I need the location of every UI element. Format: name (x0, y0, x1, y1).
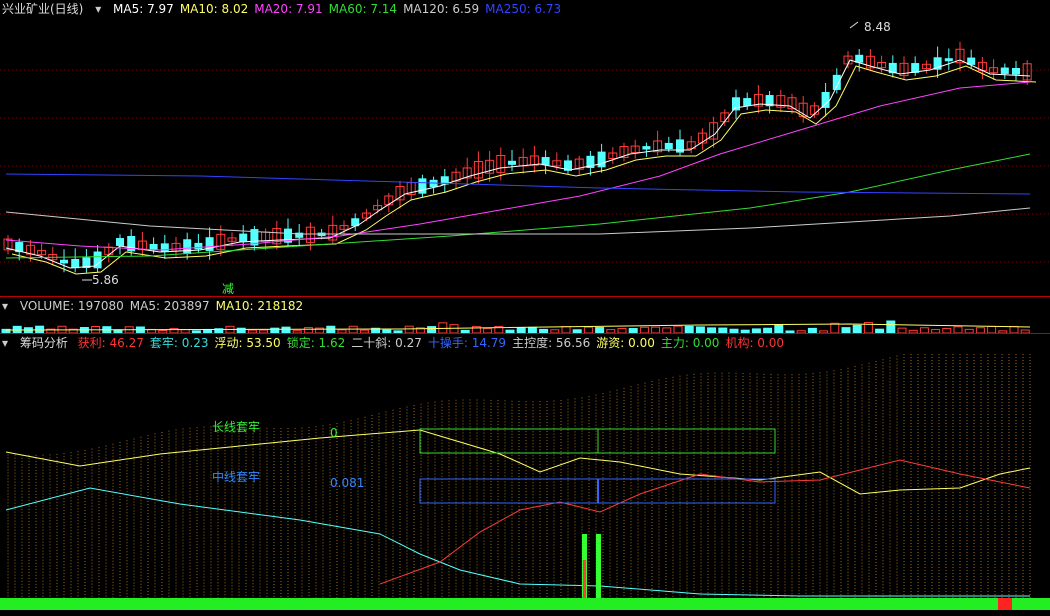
signal-label: 减 (222, 282, 235, 296)
chip-legend: ▾ 筹码分析 获利: 46.27 套牢: 0.23 浮动: 53.50 锁定: 1.6… (0, 334, 796, 352)
volume-indicator-2: MA10: 218182 (215, 299, 304, 313)
candle-down (71, 258, 80, 269)
ma-indicator-2: MA20: 7.91 (254, 2, 323, 16)
chip-indicator-0: 获利: 46.27 (77, 336, 144, 350)
volume-legend: ▾ VOLUME: 197080 MA5: 203897 MA10: 218182 (0, 297, 315, 315)
chip-title: 筹码分析 (19, 336, 68, 350)
chip-indicator-5: 十操手: 14.79 (427, 336, 507, 350)
chip-pane[interactable]: ▾ 筹码分析 获利: 46.27 套牢: 0.23 浮动: 53.50 锁定: 1.6… (0, 334, 1050, 616)
long-trap-value: 0 (330, 426, 338, 440)
candlestick-chart[interactable] (0, 0, 1050, 296)
price-legend: 兴业矿业(日线) ▾ MA5: 7.97 MA10: 8.02 MA20: 7.91… (0, 0, 573, 18)
ma250-line (5, 173, 1031, 195)
main-control-bar (0, 598, 1050, 610)
chip-indicators: 获利: 46.27 套牢: 0.23 浮动: 53.50 锁定: 1.62 二十斜: 0… (78, 336, 790, 350)
candle-down (597, 151, 606, 168)
long-trap-label: 长线套牢 (212, 420, 261, 434)
volume-indicator-0: VOLUME: 197080 (19, 299, 124, 313)
collapse-icon[interactable]: ▾ (93, 0, 103, 18)
candle-down (664, 142, 673, 150)
candle-down (743, 98, 752, 107)
ma-indicator-1: MA10: 8.02 (179, 2, 249, 16)
candle-down (944, 58, 953, 62)
volume-bar (852, 324, 862, 333)
mid-trap-label: 中线套牢 (212, 470, 261, 484)
volume-pane[interactable]: ▾ VOLUME: 197080 MA5: 203897 MA10: 218182 (0, 297, 1050, 333)
candle-down (116, 238, 124, 246)
volume-indicator-1: MA5: 203897 (129, 299, 210, 313)
low-price-label: 5.86 (92, 273, 119, 287)
ma60-line (5, 153, 1031, 259)
price-pane[interactable]: 兴业矿业(日线) ▾ MA5: 7.97 MA10: 8.02 MA20: 7.91… (0, 0, 1050, 296)
chip-indicator-1: 套牢: 0.23 (149, 336, 209, 350)
chart-title: 兴业矿业(日线) (2, 2, 84, 16)
candle-down (160, 243, 169, 253)
signal-bar (596, 534, 601, 604)
high-marker (849, 21, 859, 29)
candle-down (642, 146, 651, 150)
candle-down (1012, 68, 1020, 75)
candle-down (732, 97, 740, 111)
ma5-line (5, 59, 1031, 269)
candle-down (239, 233, 248, 243)
volume-bar (673, 325, 683, 333)
volume-bar (684, 325, 694, 333)
chip-indicator-3: 锁定: 1.62 (286, 336, 346, 350)
mid-trap-value: 0.081 (330, 476, 365, 490)
signal-bar-red (583, 560, 586, 604)
chip-indicator-6: 主控度: 56.56 (512, 336, 591, 350)
ma-indicators: MA5: 7.97 MA10: 8.02 MA20: 7.91 MA60: 7.14 M… (113, 2, 567, 16)
volume-bar (886, 320, 896, 333)
chip-indicator-4: 二十斜: 0.27 (351, 336, 422, 350)
candle-down (183, 239, 192, 255)
collapse-icon[interactable]: ▾ (0, 334, 10, 352)
collapse-icon[interactable]: ▾ (0, 297, 10, 315)
volume-bar (348, 325, 358, 333)
main-control-marker (998, 598, 1012, 610)
candle-down (418, 178, 427, 194)
ma-indicator-4: MA120: 6.59 (403, 2, 480, 16)
candle-down (541, 157, 550, 166)
volume-bar (404, 325, 414, 333)
ma10-line (11, 65, 1037, 275)
candle-down (821, 92, 830, 108)
candle-down (194, 242, 203, 250)
chip-indicator-8: 主力: 0.00 (660, 336, 720, 350)
ma-indicator-0: MA5: 7.97 (113, 2, 174, 16)
candle-down (1000, 67, 1009, 74)
candle-down (832, 74, 841, 90)
volume-bar (774, 324, 784, 333)
candle-down (60, 259, 68, 264)
ma-indicator-5: MA250: 6.73 (485, 2, 562, 16)
trap-line (5, 487, 1030, 597)
chip-indicator-9: 机构: 0.00 (725, 336, 785, 350)
chip-indicator-2: 浮动: 53.50 (214, 336, 281, 350)
chip-chart[interactable] (0, 334, 1050, 616)
volume-indicators: VOLUME: 197080 MA5: 203897 MA10: 218182 (20, 299, 309, 313)
candle-down (676, 139, 684, 153)
volume-bar (830, 322, 840, 333)
chip-indicator-7: 游资: 0.00 (596, 336, 655, 350)
high-price-label: 8.48 (864, 20, 891, 34)
ma-indicator-3: MA60: 7.14 (328, 2, 398, 16)
candle-down (508, 160, 516, 165)
